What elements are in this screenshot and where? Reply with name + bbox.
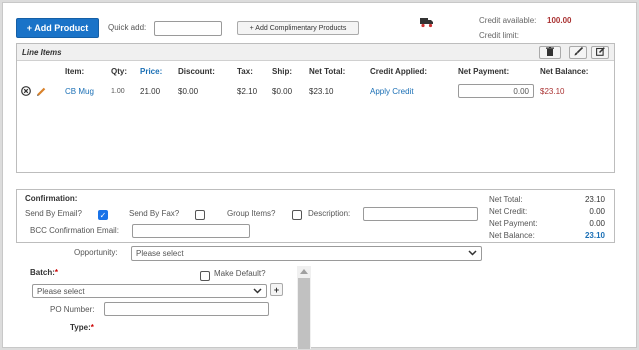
line-items-header: Line Items xyxy=(17,44,614,61)
po-number-label: PO Number: xyxy=(50,305,95,314)
col-item: Item: xyxy=(65,67,85,76)
summary-net-payment-value: 0.00 xyxy=(589,219,605,228)
send-fax-label: Send By Fax? xyxy=(129,209,180,218)
edit-items-button[interactable] xyxy=(569,46,587,59)
item-net-balance: $23.10 xyxy=(540,87,565,96)
scrollbar-track[interactable] xyxy=(297,266,311,349)
summary-net-credit-value: 0.00 xyxy=(589,207,605,216)
confirmation-panel: Confirmation: Send By Email? ✓ Send By F… xyxy=(16,189,615,243)
bcc-email-label: BCC Confirmation Email: xyxy=(30,226,119,235)
batch-select-value: Please select xyxy=(37,286,85,296)
summary-net-balance-value: 23.10 xyxy=(584,231,605,240)
item-tax: $2.10 xyxy=(237,87,258,96)
line-items-panel: Line Items Item: Qty: Price: Discount: T xyxy=(16,43,615,173)
opportunity-select[interactable]: Please select xyxy=(131,246,482,261)
summary-net-total-value: 23.10 xyxy=(584,195,605,204)
col-net-balance: Net Balance: xyxy=(540,67,589,76)
opportunity-label: Opportunity: xyxy=(74,248,118,257)
summary-net-payment-label: Net Payment: xyxy=(489,219,538,228)
remove-item-icon[interactable] xyxy=(21,86,31,96)
credit-available-value: 100.00 xyxy=(547,16,572,25)
delivery-truck-icon[interactable] xyxy=(420,17,434,28)
make-default-label: Make Default? xyxy=(214,269,266,278)
opportunity-select-value: Please select xyxy=(136,249,184,258)
col-credit-applied: Credit Applied: xyxy=(370,67,428,76)
group-items-checkbox[interactable] xyxy=(292,210,302,220)
edit-pencil-icon[interactable] xyxy=(36,86,47,97)
item-net-total: $23.10 xyxy=(309,87,334,96)
table-row: CB Mug 1.00 21.00 $0.00 $2.10 $0.00 $23.… xyxy=(17,81,614,101)
apply-credit-link[interactable]: Apply Credit xyxy=(370,87,414,96)
trash-icon xyxy=(546,47,554,58)
col-qty: Qty: xyxy=(111,67,127,76)
group-items-label: Group Items? xyxy=(227,209,276,218)
paintbrush-icon xyxy=(574,46,583,58)
edit-square-button[interactable] xyxy=(591,46,609,59)
order-form: + Add Product Quick add: + Add Complimen… xyxy=(2,2,637,349)
batch-label: Batch:* xyxy=(30,268,59,277)
bcc-email-input[interactable] xyxy=(132,224,250,238)
summary-net-credit-label: Net Credit: xyxy=(489,207,528,216)
col-tax: Tax: xyxy=(237,67,253,76)
item-price: 21.00 xyxy=(140,87,161,96)
item-ship: $0.00 xyxy=(272,87,293,96)
type-label: Type:* xyxy=(70,323,94,332)
item-qty: 1.00 xyxy=(111,88,125,95)
line-items-title: Line Items xyxy=(22,48,62,57)
chevron-down-icon xyxy=(253,287,262,296)
send-email-checkbox[interactable]: ✓ xyxy=(98,210,108,220)
scrollbar-thumb[interactable] xyxy=(298,278,310,349)
description-input[interactable] xyxy=(363,207,478,221)
add-complimentary-products-button[interactable]: + Add Complimentary Products xyxy=(237,21,359,35)
chevron-down-icon xyxy=(468,249,477,258)
description-label: Description: xyxy=(308,209,351,218)
summary-net-balance-label: Net Balance: xyxy=(489,231,535,240)
add-batch-button[interactable]: + xyxy=(270,283,283,296)
quick-add-label: Quick add: xyxy=(108,23,147,32)
col-ship: Ship: xyxy=(272,67,292,76)
edit-square-icon xyxy=(595,47,605,58)
send-email-label: Send By Email? xyxy=(25,209,82,218)
send-fax-checkbox[interactable] xyxy=(195,210,205,220)
confirmation-title: Confirmation: xyxy=(25,194,78,203)
batch-select[interactable]: Please select xyxy=(32,284,267,298)
scroll-up-arrow-icon[interactable] xyxy=(300,269,308,274)
po-number-input[interactable] xyxy=(104,302,269,316)
credit-available-label: Credit available: xyxy=(479,16,537,25)
item-discount: $0.00 xyxy=(178,87,199,96)
quick-add-input[interactable] xyxy=(154,21,222,36)
credit-limit-label: Credit limit: xyxy=(479,31,520,40)
net-payment-input[interactable]: 0.00 xyxy=(458,84,534,98)
delete-items-button[interactable] xyxy=(539,46,561,59)
make-default-checkbox[interactable] xyxy=(200,271,210,281)
add-product-button[interactable]: + Add Product xyxy=(16,18,99,38)
col-discount: Discount: xyxy=(178,67,215,76)
item-name-link[interactable]: CB Mug xyxy=(65,87,94,96)
col-net-total: Net Total: xyxy=(309,67,346,76)
col-price[interactable]: Price: xyxy=(140,67,162,76)
col-net-payment: Net Payment: xyxy=(458,67,510,76)
summary-net-total-label: Net Total: xyxy=(489,195,523,204)
